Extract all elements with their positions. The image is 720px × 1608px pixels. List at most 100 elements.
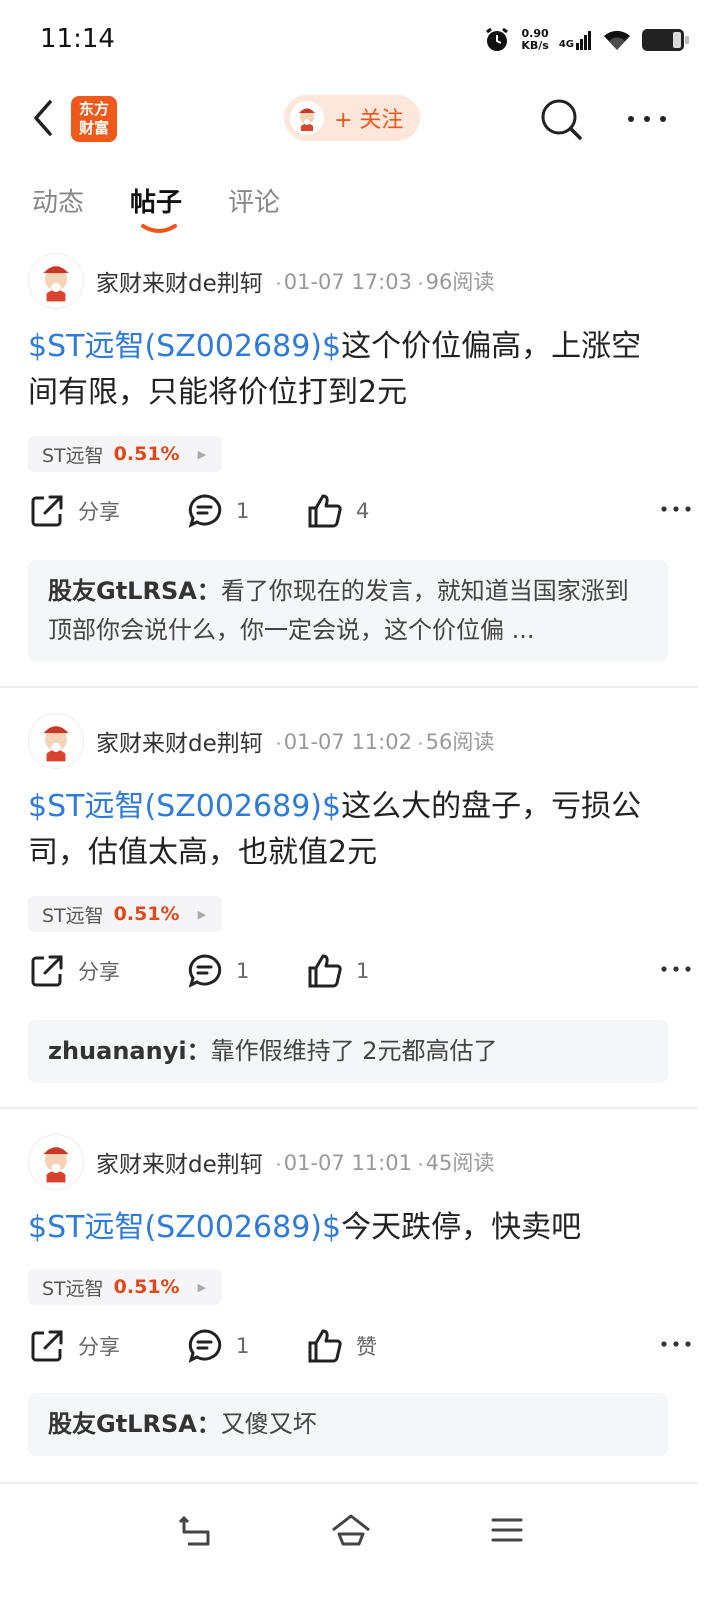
share-button[interactable]: 分享 xyxy=(28,1327,120,1365)
stock-tag[interactable]: ST远智 0.51% ▶ xyxy=(28,896,222,932)
thumbs-up-icon xyxy=(308,1329,342,1363)
post-author-row: 家财来财de荆轲 01-07 17:03 96阅读 xyxy=(28,252,494,310)
post-card[interactable]: 家财来财de荆轲 01-07 11:02 56阅读 $ST远智(SZ002689… xyxy=(0,712,720,1112)
user-avatar[interactable] xyxy=(28,713,84,769)
status-time: 11:14 xyxy=(40,24,115,54)
top-header: 东方 财富 + 关注 xyxy=(0,82,720,156)
thumbs-up-icon xyxy=(308,954,342,988)
share-button[interactable]: 分享 xyxy=(28,492,120,530)
share-label: 分享 xyxy=(78,1335,120,1359)
logo-line-2: 财富 xyxy=(78,119,109,137)
stock-tag-change: 0.51% xyxy=(113,903,180,925)
post-more-icon[interactable] xyxy=(660,1339,692,1349)
fortune-avatar-icon xyxy=(290,101,324,135)
stock-link[interactable]: $ST远智(SZ002689)$ xyxy=(28,329,341,364)
tag-arrow-icon: ▶ xyxy=(197,447,207,461)
post-divider xyxy=(0,1482,698,1484)
like-button[interactable]: 1 xyxy=(306,952,369,990)
logo-line-1: 东方 xyxy=(78,100,109,118)
comment-count: 1 xyxy=(236,959,250,983)
post-content[interactable]: $ST远智(SZ002689)$今天跌停，快卖吧 xyxy=(28,1205,668,1251)
reply-preview[interactable]: 股友GtLRSA：看了你现在的发言，就知道当国家涨到顶部你会说什么，你一定会说，… xyxy=(28,560,668,662)
user-avatar[interactable] xyxy=(28,253,84,309)
post-text: 今天跌停，快卖吧 xyxy=(341,1210,582,1245)
post-card[interactable]: 家财来财de荆轲 01-07 17:03 96阅读 $ST远智(SZ002689… xyxy=(0,252,720,692)
like-count: 1 xyxy=(356,959,370,983)
back-arrow-icon[interactable] xyxy=(28,96,58,140)
post-author-name[interactable]: 家财来财de荆轲 xyxy=(96,724,263,758)
status-icons: 0.90 KB/s 4G xyxy=(483,26,689,54)
reply-preview[interactable]: zhuananyi：靠作假维持了 2元都高估了 xyxy=(28,1020,668,1083)
comment-count: 1 xyxy=(236,499,250,523)
stock-tag[interactable]: ST远智 0.51% ▶ xyxy=(28,1269,222,1305)
comment-bubble-icon xyxy=(188,1329,222,1363)
reply-text: 靠作假维持了 2元都高估了 xyxy=(210,1037,498,1065)
comment-button[interactable]: 1 xyxy=(186,492,249,530)
system-nav-bar xyxy=(0,1486,720,1608)
post-actions: 分享 1 赞 xyxy=(28,1327,692,1377)
share-icon xyxy=(31,495,63,527)
nav-home-icon[interactable] xyxy=(329,1508,373,1552)
battery-icon xyxy=(642,29,689,51)
post-author-row: 家财来财de荆轲 01-07 11:01 45阅读 xyxy=(28,1133,494,1191)
nav-back-icon[interactable] xyxy=(174,1508,218,1552)
stock-tag-change: 0.51% xyxy=(113,443,180,465)
like-button[interactable]: 4 xyxy=(306,492,369,530)
post-content[interactable]: $ST远智(SZ002689)$这个价位偏高，上涨空间有限，只能将价位打到2元 xyxy=(28,324,668,416)
comment-bubble-icon xyxy=(188,494,222,528)
user-avatar[interactable] xyxy=(28,1134,84,1190)
stock-tag-name: ST远智 xyxy=(42,444,104,467)
comment-button[interactable]: 1 xyxy=(186,1327,249,1365)
signal-label: 4G xyxy=(558,39,574,50)
tag-arrow-icon: ▶ xyxy=(197,907,207,921)
thumbs-up-icon xyxy=(308,494,342,528)
post-content[interactable]: $ST远智(SZ002689)$这么大的盘子，亏损公司，估值太高，也就值2元 xyxy=(28,784,668,876)
tab-bar: 动态 帖子 评论 xyxy=(0,172,720,233)
status-bar: 11:14 0.90 KB/s 4G xyxy=(0,0,720,82)
post-actions: 分享 1 4 xyxy=(28,492,692,542)
post-divider xyxy=(0,1107,698,1109)
wifi-icon xyxy=(604,30,630,50)
share-icon xyxy=(31,1330,63,1362)
share-label: 分享 xyxy=(78,960,120,984)
search-icon[interactable] xyxy=(538,96,584,142)
reply-text: 又傻又坏 xyxy=(220,1410,317,1438)
post-actions: 分享 1 1 xyxy=(28,952,692,1002)
post-time: 01-07 11:01 xyxy=(283,1151,412,1175)
post-author-name[interactable]: 家财来财de荆轲 xyxy=(96,1145,263,1179)
post-more-icon[interactable] xyxy=(660,504,692,514)
net-speed-unit: KB/s xyxy=(521,39,549,52)
signal-icon: 4G xyxy=(559,30,592,50)
post-time: 01-07 11:02 xyxy=(283,730,412,754)
reply-author[interactable]: 股友GtLRSA： xyxy=(48,1410,221,1438)
post-divider xyxy=(0,686,698,688)
like-button[interactable]: 赞 xyxy=(306,1327,377,1365)
tab-comments[interactable]: 评论 xyxy=(228,182,280,219)
post-more-icon[interactable] xyxy=(660,964,692,974)
share-button[interactable]: 分享 xyxy=(28,952,120,990)
follow-label: + 关注 xyxy=(334,108,404,133)
nav-menu-icon[interactable] xyxy=(485,1508,529,1552)
more-dots-icon[interactable] xyxy=(625,104,669,134)
post-author-name[interactable]: 家财来财de荆轲 xyxy=(96,264,263,298)
post-author-row: 家财来财de荆轲 01-07 11:02 56阅读 xyxy=(28,712,494,770)
comment-count: 1 xyxy=(236,1334,250,1358)
stock-link[interactable]: $ST远智(SZ002689)$ xyxy=(28,1210,341,1245)
reply-preview[interactable]: 股友GtLRSA：又傻又坏 xyxy=(28,1393,668,1456)
stock-tag[interactable]: ST远智 0.51% ▶ xyxy=(28,436,222,472)
stock-link[interactable]: $ST远智(SZ002689)$ xyxy=(28,789,341,824)
reply-author[interactable]: 股友GtLRSA： xyxy=(48,577,221,605)
follow-button[interactable]: + 关注 xyxy=(284,95,420,141)
like-count: 赞 xyxy=(356,1335,377,1359)
share-label: 分享 xyxy=(78,500,120,524)
post-reads: 45阅读 xyxy=(425,1151,495,1175)
reply-author[interactable]: zhuananyi： xyxy=(48,1037,211,1065)
tab-activity[interactable]: 动态 xyxy=(32,182,84,219)
comment-button[interactable]: 1 xyxy=(186,952,249,990)
app-logo[interactable]: 东方 财富 xyxy=(71,96,117,142)
tab-posts[interactable]: 帖子 xyxy=(130,182,182,219)
post-card[interactable]: 家财来财de荆轲 01-07 11:01 45阅读 $ST远智(SZ002689… xyxy=(0,1133,720,1483)
post-meta: 01-07 11:01 45阅读 xyxy=(276,1147,495,1177)
tag-arrow-icon: ▶ xyxy=(197,1280,207,1294)
post-meta: 01-07 17:03 96阅读 xyxy=(276,266,494,296)
